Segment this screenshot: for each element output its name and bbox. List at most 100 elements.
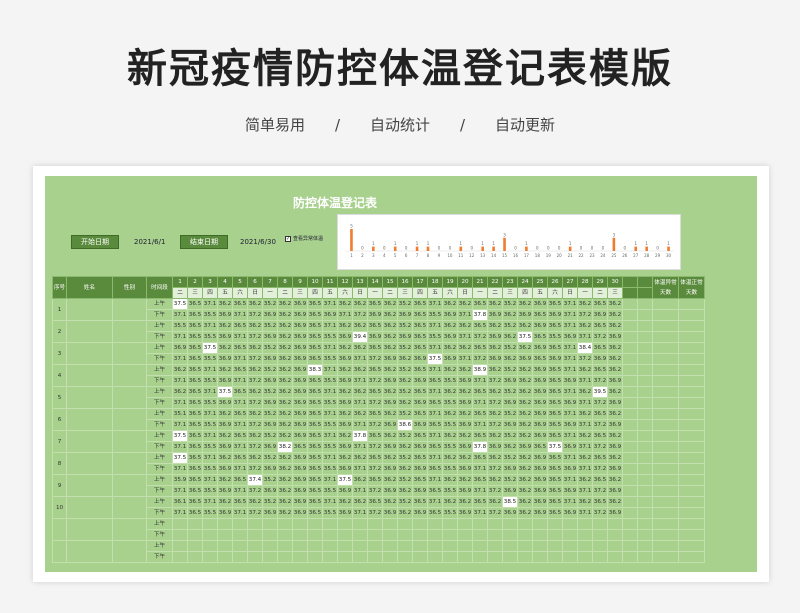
temperature-cell[interactable]: 36.9 xyxy=(457,441,473,453)
temperature-cell[interactable]: 37.1 xyxy=(352,419,368,431)
temperature-cell[interactable]: 37.1 xyxy=(562,408,578,420)
temperature-cell[interactable]: 36.2 xyxy=(442,320,458,332)
temperature-cell[interactable]: 37.1 xyxy=(322,496,338,508)
temperature-cell[interactable]: 35.2 xyxy=(262,364,278,376)
temperature-cell[interactable]: 36.2 xyxy=(382,408,398,420)
temperature-cell[interactable] xyxy=(562,518,578,530)
temperature-cell[interactable]: 36.2 xyxy=(277,331,293,343)
temperature-cell[interactable]: 36.9 xyxy=(337,485,353,497)
temperature-cell[interactable] xyxy=(307,529,323,541)
temperature-cell[interactable]: 37.8 xyxy=(472,309,488,321)
temperature-cell[interactable]: 36.9 xyxy=(412,419,428,431)
temperature-cell[interactable]: 36.9 xyxy=(547,309,563,321)
temperature-cell[interactable]: 37.1 xyxy=(352,375,368,387)
temperature-cell[interactable]: 36.9 xyxy=(397,331,413,343)
temperature-cell[interactable]: 36.9 xyxy=(337,507,353,519)
temperature-cell[interactable]: 35.2 xyxy=(502,364,518,376)
temperature-cell[interactable] xyxy=(457,518,473,530)
temperature-cell[interactable]: 36.2 xyxy=(517,386,533,398)
temperature-cell[interactable]: 36.9 xyxy=(547,353,563,365)
temperature-cell[interactable]: 35.5 xyxy=(202,441,218,453)
temperature-cell[interactable]: 36.5 xyxy=(412,364,428,376)
temperature-cell[interactable] xyxy=(217,518,233,530)
temperature-cell[interactable] xyxy=(262,540,278,552)
temperature-cell[interactable]: 37.1 xyxy=(232,441,248,453)
temperature-cell[interactable]: 37.1 xyxy=(562,353,578,365)
temperature-cell[interactable]: 37.1 xyxy=(577,397,593,409)
temperature-cell[interactable] xyxy=(412,518,428,530)
temperature-cell[interactable]: 35.5 xyxy=(442,397,458,409)
temperature-cell[interactable]: 36.5 xyxy=(592,496,608,508)
temperature-cell[interactable]: 36.2 xyxy=(577,452,593,464)
temperature-cell[interactable]: 36.5 xyxy=(307,408,323,420)
temperature-cell[interactable]: 36.5 xyxy=(232,474,248,486)
temperature-cell[interactable]: 36.9 xyxy=(532,463,548,475)
temperature-cell[interactable] xyxy=(247,551,263,563)
temperature-cell[interactable]: 36.2 xyxy=(217,408,233,420)
temperature-cell[interactable]: 36.2 xyxy=(607,496,623,508)
temperature-cell[interactable]: 38.9 xyxy=(472,364,488,376)
temperature-cell[interactable]: 36.5 xyxy=(187,419,203,431)
temperature-cell[interactable]: 35.5 xyxy=(202,353,218,365)
temperature-cell[interactable]: 36.2 xyxy=(607,430,623,442)
temperature-cell[interactable]: 36.5 xyxy=(532,331,548,343)
temperature-cell[interactable]: 36.9 xyxy=(487,331,503,343)
temperature-cell[interactable]: 36.5 xyxy=(412,474,428,486)
temperature-cell[interactable]: 36.5 xyxy=(427,397,443,409)
temperature-cell[interactable] xyxy=(382,518,398,530)
temperature-cell[interactable]: 36.9 xyxy=(292,309,308,321)
temperature-cell[interactable]: 37.5 xyxy=(217,386,233,398)
gender-cell[interactable] xyxy=(112,496,147,519)
temperature-cell[interactable]: 37.2 xyxy=(487,463,503,475)
temperature-cell[interactable]: 36.9 xyxy=(607,419,623,431)
temperature-cell[interactable] xyxy=(187,540,203,552)
temperature-cell[interactable] xyxy=(397,540,413,552)
temperature-cell[interactable]: 36.9 xyxy=(217,309,233,321)
temperature-cell[interactable] xyxy=(457,529,473,541)
temperature-cell[interactable]: 35.2 xyxy=(397,364,413,376)
temperature-cell[interactable]: 37.5 xyxy=(547,441,563,453)
temperature-cell[interactable]: 36.2 xyxy=(487,496,503,508)
temperature-cell[interactable]: 37.2 xyxy=(487,419,503,431)
temperature-cell[interactable] xyxy=(577,551,593,563)
name-cell[interactable] xyxy=(66,452,113,475)
name-cell[interactable] xyxy=(66,518,113,541)
temperature-cell[interactable]: 37.1 xyxy=(202,364,218,376)
temperature-cell[interactable]: 36.2 xyxy=(487,320,503,332)
temperature-cell[interactable]: 37.1 xyxy=(232,507,248,519)
temperature-cell[interactable]: 36.2 xyxy=(457,320,473,332)
temperature-cell[interactable]: 36.5 xyxy=(307,342,323,354)
temperature-cell[interactable]: 36.5 xyxy=(307,331,323,343)
temperature-cell[interactable]: 36.5 xyxy=(307,485,323,497)
temperature-cell[interactable]: 35.2 xyxy=(502,474,518,486)
temperature-cell[interactable]: 36.9 xyxy=(607,441,623,453)
temperature-cell[interactable]: 36.5 xyxy=(472,298,488,310)
temperature-cell[interactable]: 36.9 xyxy=(532,320,548,332)
temperature-cell[interactable] xyxy=(322,551,338,563)
temperature-cell[interactable]: 35.2 xyxy=(262,452,278,464)
gender-cell[interactable] xyxy=(112,518,147,541)
temperature-cell[interactable]: 36.9 xyxy=(217,507,233,519)
temperature-cell[interactable]: 36.5 xyxy=(367,342,383,354)
temperature-cell[interactable] xyxy=(262,551,278,563)
temperature-cell[interactable]: 36.2 xyxy=(217,320,233,332)
temperature-cell[interactable]: 37.1 xyxy=(562,496,578,508)
temperature-cell[interactable]: 36.2 xyxy=(487,430,503,442)
temperature-cell[interactable]: 36.9 xyxy=(262,331,278,343)
temperature-cell[interactable] xyxy=(517,540,533,552)
start-date-button[interactable]: 开始日期 xyxy=(71,235,119,249)
temperature-cell[interactable]: 36.5 xyxy=(187,441,203,453)
temperature-cell[interactable]: 36.9 xyxy=(412,485,428,497)
temperature-cell[interactable]: 37.2 xyxy=(367,463,383,475)
temperature-cell[interactable]: 37.1 xyxy=(427,364,443,376)
temperature-cell[interactable]: 36.9 xyxy=(382,419,398,431)
temperature-cell[interactable]: 35.5 xyxy=(202,463,218,475)
temperature-cell[interactable]: 36.2 xyxy=(517,485,533,497)
temperature-cell[interactable] xyxy=(292,540,308,552)
temperature-cell[interactable]: 36.2 xyxy=(352,452,368,464)
temperature-cell[interactable]: 36.5 xyxy=(187,320,203,332)
temperature-cell[interactable]: 36.9 xyxy=(262,441,278,453)
temperature-cell[interactable]: 36.5 xyxy=(307,353,323,365)
temperature-cell[interactable]: 36.9 xyxy=(262,353,278,365)
temperature-cell[interactable]: 37.1 xyxy=(232,419,248,431)
